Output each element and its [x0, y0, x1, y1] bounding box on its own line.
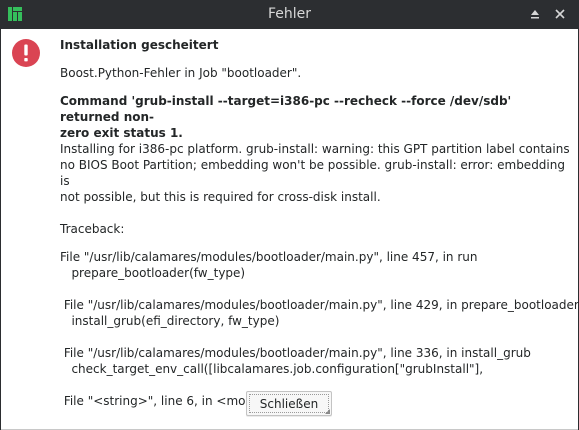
error-icon [12, 39, 40, 67]
output-line: not possible, but this is required for c… [60, 190, 381, 204]
traceback-line: File "/usr/lib/calamares/modules/bootloa… [60, 346, 531, 360]
error-subheading: Boost.Python-Fehler in Job "bootloader". [60, 66, 302, 80]
message-text: Installation gescheitert Boost.Python-Fe… [60, 37, 579, 409]
traceback-line: File "/usr/lib/calamares/modules/bootloa… [60, 298, 579, 312]
window-title: Fehler [267, 6, 312, 22]
dialog-content: Installation gescheitert Boost.Python-Fe… [1, 29, 579, 430]
failed-command-line: zero exit status 1. [60, 126, 183, 140]
dialog-window: Fehler Installation gescheitert Boost.Py… [0, 0, 579, 430]
traceback: File "/usr/lib/calamares/modules/bootloa… [60, 249, 579, 409]
error-heading: Installation gescheitert [60, 38, 219, 52]
traceback-line: install_grub(efi_directory, fw_type) [60, 314, 280, 328]
command-output: Installing for i386-pc platform. grub-in… [60, 141, 572, 205]
keep-above-icon[interactable] [527, 6, 543, 22]
traceback-label: Traceback: [60, 222, 125, 236]
failed-command-line: Command 'grub-install --target=i386-pc -… [60, 94, 512, 124]
title-bar[interactable]: Fehler [0, 0, 579, 29]
traceback-line: File "/usr/lib/calamares/modules/bootloa… [60, 250, 478, 264]
close-button-label: Schließen [259, 397, 319, 411]
traceback-line: prepare_bootloader(fw_type) [60, 266, 246, 280]
traceback-line: check_target_env_call([libcalamares.job.… [60, 362, 484, 376]
output-line: no BIOS Boot Partition; embedding won't … [60, 158, 565, 188]
button-corner-icon [325, 409, 330, 414]
output-line: Installing for i386-pc platform. grub-in… [60, 142, 570, 156]
close-button[interactable]: Schließen [246, 391, 332, 416]
failed-command: Command 'grub-install --target=i386-pc -… [60, 93, 572, 141]
close-icon[interactable] [552, 6, 568, 22]
